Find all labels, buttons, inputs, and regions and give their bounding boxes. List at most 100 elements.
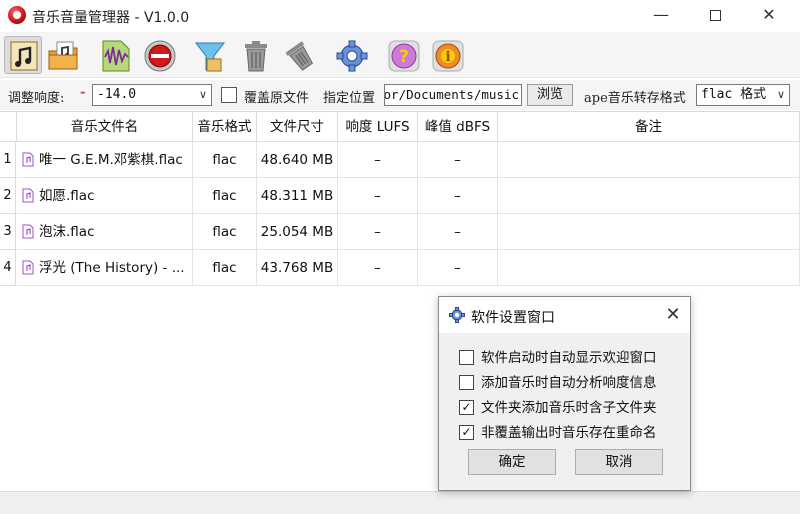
gear-icon (449, 307, 465, 323)
file-name-cell: 唯一 G.E.M.邓紫棋.flac (17, 142, 193, 178)
row-number: 3 (0, 214, 16, 250)
add-music-icon (10, 41, 38, 71)
close-button[interactable]: ✕ (746, 0, 792, 32)
clear-all-icon (285, 41, 314, 71)
chevron-down-icon: ∨ (776, 88, 785, 101)
title-bar: 音乐音量管理器 - V1.0.0 — ✕ (0, 0, 800, 32)
setting-label: 软件启动时自动显示欢迎窗口 (481, 350, 657, 366)
settings-button[interactable] (332, 36, 370, 74)
checkbox[interactable] (459, 375, 474, 390)
ape-format-select[interactable]: flac 格式 ∨ (696, 84, 790, 106)
add-folder-button[interactable] (44, 36, 82, 74)
maximize-button[interactable] (692, 0, 738, 32)
lufs-cell: – (338, 142, 418, 178)
location-input[interactable]: C:/Users/Administrator/Documents/music (384, 84, 522, 106)
loudness-value: -14.0 (97, 87, 137, 102)
note-cell (498, 142, 800, 178)
size-cell: 25.054 MB (257, 214, 338, 250)
column-header[interactable]: 音乐格式 (193, 112, 257, 142)
size-cell: 48.640 MB (257, 142, 338, 178)
dialog-title-bar: 软件设置窗口 ✕ (439, 297, 690, 333)
corner-header (0, 112, 17, 142)
setting-label: 添加音乐时自动分析响度信息 (481, 375, 657, 391)
loudness-label: 调整响度: (8, 91, 65, 106)
svg-text:?: ? (399, 47, 409, 67)
row-number: 2 (0, 178, 16, 214)
filter-button[interactable] (190, 36, 228, 74)
format-cell: flac (193, 214, 257, 250)
ape-format-value: flac 格式 (701, 87, 767, 102)
file-name: 唯一 G.E.M.邓紫棋.flac (39, 152, 183, 168)
info-button[interactable]: i (428, 36, 466, 74)
info-icon: i (432, 40, 464, 72)
maximize-icon (709, 10, 721, 21)
ok-button[interactable]: 确定 (468, 449, 556, 475)
column-header[interactable]: 文件尺寸 (257, 112, 338, 142)
peak-cell: – (418, 250, 498, 286)
analyze-waveform-icon (102, 40, 130, 72)
column-header[interactable]: 音乐文件名 (17, 112, 193, 142)
chevron-down-icon: ∨ (198, 88, 207, 101)
add-folder-icon (48, 41, 78, 70)
gear-icon (336, 40, 368, 72)
setting-label: 非覆盖输出时音乐存在重命名 (481, 425, 657, 441)
peak-cell: – (418, 214, 498, 250)
column-header[interactable]: 备注 (498, 112, 800, 142)
file-name-cell: 如愿.flac (17, 178, 193, 214)
lufs-cell: – (338, 250, 418, 286)
music-file-icon (22, 188, 34, 203)
size-cell: 43.768 MB (257, 250, 338, 286)
options-bar: 调整响度: - -14.0 ∨ 覆盖原文件 指定位置 C:/Users/Admi… (0, 80, 800, 110)
checkbox[interactable] (459, 350, 474, 365)
file-name-cell: 浮光 (The History) - ... (17, 250, 193, 286)
peak-cell: – (418, 142, 498, 178)
note-cell (498, 178, 800, 214)
browse-button[interactable]: 浏览 (527, 84, 573, 106)
music-file-icon (22, 152, 34, 167)
minimize-button[interactable]: — (638, 0, 684, 32)
overwrite-label: 覆盖原文件 (244, 91, 310, 106)
delete-button[interactable] (236, 36, 274, 74)
format-cell: flac (193, 250, 257, 286)
music-file-icon (22, 224, 34, 239)
format-cell: flac (193, 178, 257, 214)
format-cell: flac (193, 142, 257, 178)
help-icon: ? (388, 40, 420, 72)
column-header[interactable]: 响度 LUFS (338, 112, 418, 142)
file-name-cell: 泡沫.flac (17, 214, 193, 250)
size-cell: 48.311 MB (257, 178, 338, 214)
overwrite-checkbox[interactable] (221, 87, 237, 103)
lufs-cell: – (338, 214, 418, 250)
loudness-marker: - (80, 85, 86, 100)
music-file-icon (22, 260, 34, 275)
file-name: 浮光 (The History) - ... (39, 260, 185, 276)
file-name: 泡沫.flac (39, 224, 95, 240)
ape-format-label: ape音乐转存格式 (584, 91, 686, 106)
app-window: 音乐音量管理器 - V1.0.0 — ✕ ? i 调整响度: - -14.0 ∨… (0, 0, 800, 514)
cancel-button[interactable]: 取消 (575, 449, 663, 475)
clear-all-button[interactable] (280, 36, 318, 74)
peak-cell: – (418, 178, 498, 214)
checkbox-checked[interactable]: ✓ (459, 400, 474, 415)
checkbox-checked[interactable]: ✓ (459, 425, 474, 440)
file-name: 如愿.flac (39, 188, 95, 204)
record-button[interactable] (140, 36, 178, 74)
app-logo-icon (8, 6, 26, 24)
row-number: 1 (0, 142, 16, 178)
row-number: 4 (0, 250, 16, 286)
location-label: 指定位置 (323, 91, 376, 106)
dialog-close-button[interactable]: ✕ (661, 303, 685, 327)
note-cell (498, 250, 800, 286)
help-button[interactable]: ? (384, 36, 422, 74)
add-music-button[interactable] (4, 36, 42, 74)
dialog-title: 软件设置窗口 (471, 310, 555, 326)
analyze-button[interactable] (96, 36, 134, 74)
status-bar (0, 491, 800, 514)
trash-icon (245, 41, 267, 72)
svg-text:i: i (445, 49, 450, 65)
record-button-icon (144, 40, 176, 72)
toolbar: ? i (0, 32, 800, 78)
note-cell (498, 214, 800, 250)
loudness-select[interactable]: -14.0 ∨ (92, 84, 212, 106)
column-header[interactable]: 峰值 dBFS (418, 112, 498, 142)
